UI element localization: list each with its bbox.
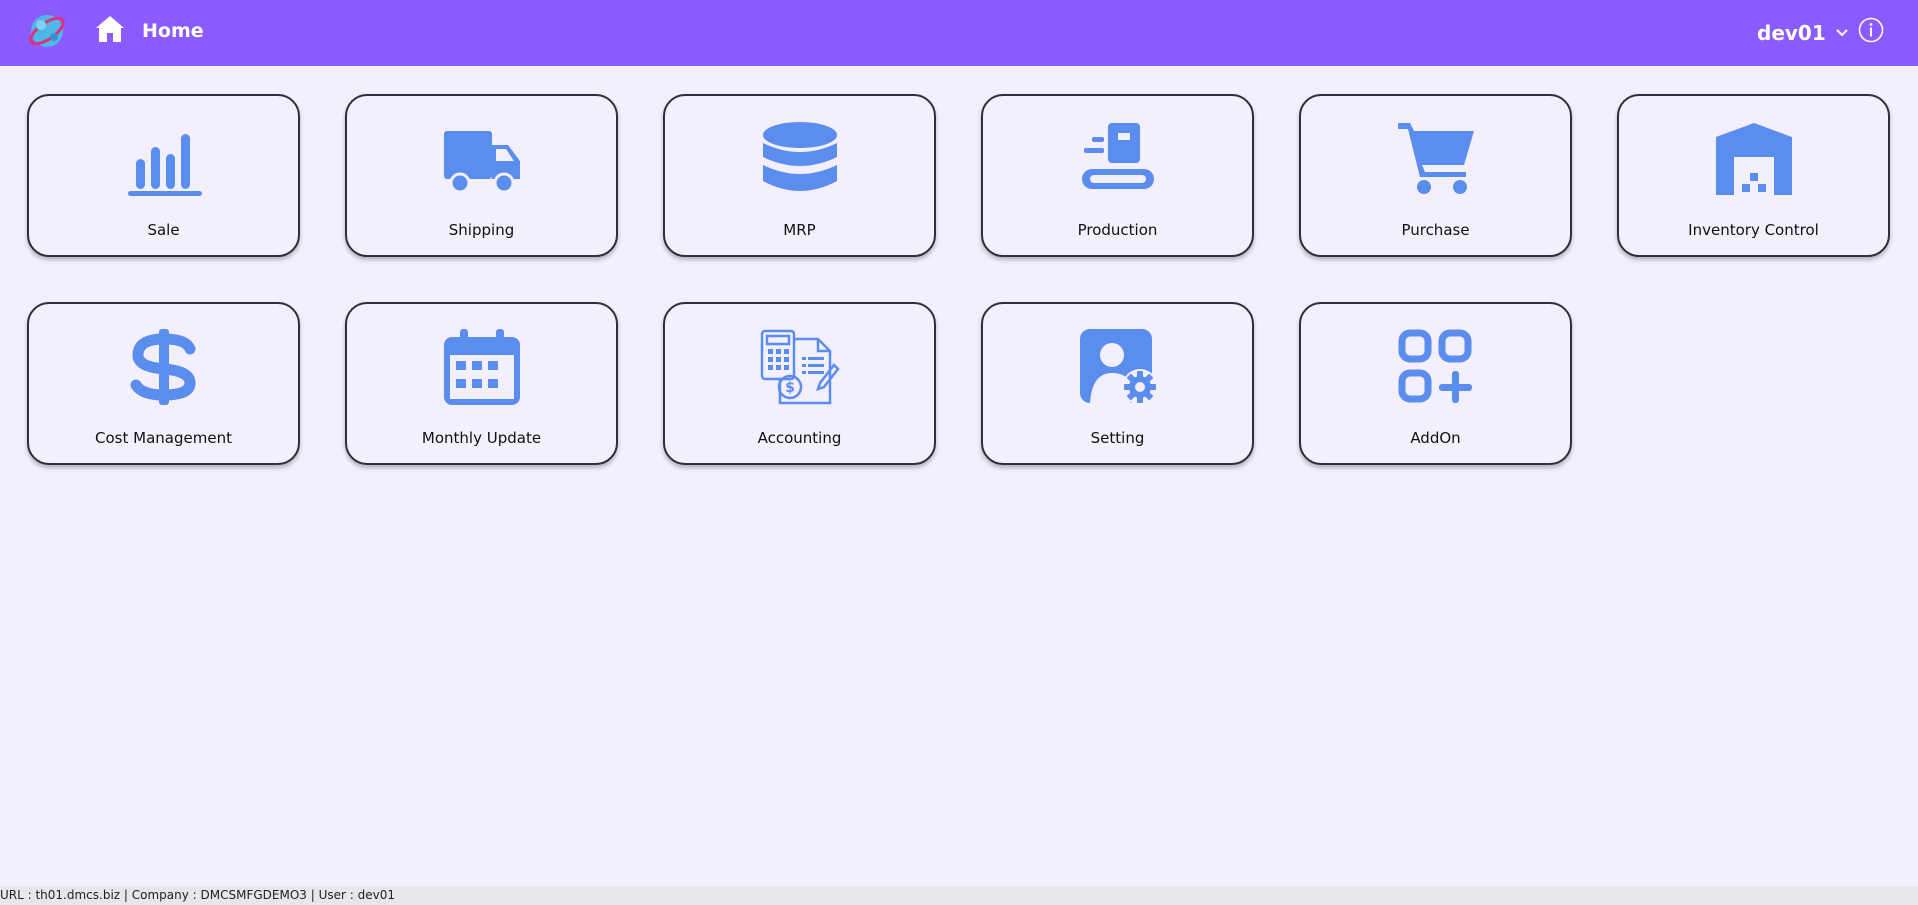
conveyor-icon: [1081, 123, 1154, 189]
tile-label: Inventory Control: [1688, 221, 1819, 239]
tile-accounting[interactable]: $ Accounting: [663, 302, 936, 465]
page-title: Home: [142, 20, 204, 42]
tile-label: Shipping: [448, 221, 515, 239]
tile-purchase[interactable]: Purchase: [1299, 94, 1572, 257]
tile-cost-management[interactable]: Cost Management: [27, 302, 300, 465]
tile-addon[interactable]: AddOn: [1299, 302, 1572, 465]
user-name: dev01: [1757, 21, 1826, 45]
database-icon: [762, 122, 837, 191]
chevron-down-icon: [1836, 29, 1848, 37]
warehouse-icon: [1715, 123, 1792, 195]
tile-label: Production: [1077, 221, 1158, 239]
cart-icon: [1397, 123, 1474, 194]
tile-label: Purchase: [1401, 221, 1470, 239]
accounting-icon: $: [760, 329, 840, 405]
tile-label: MRP: [783, 221, 816, 239]
tile-production[interactable]: Production: [981, 94, 1254, 257]
tile-setting[interactable]: Setting: [981, 302, 1254, 465]
truck-icon: [443, 131, 520, 194]
user-menu[interactable]: dev01: [1757, 19, 1848, 47]
home-icon[interactable]: [94, 14, 126, 44]
apps-add-icon: [1398, 329, 1472, 403]
tile-label: Accounting: [757, 429, 842, 447]
tile-shipping[interactable]: Shipping: [345, 94, 618, 257]
info-icon[interactable]: [1858, 17, 1884, 43]
tile-label: Monthly Update: [421, 429, 542, 447]
tile-mrp[interactable]: MRP: [663, 94, 936, 257]
tile-label: Cost Management: [95, 429, 232, 447]
app-logo[interactable]: [27, 9, 67, 53]
user-settings-icon: [1079, 329, 1158, 405]
calendar-icon: [443, 329, 520, 405]
svg-text:$: $: [785, 380, 795, 396]
top-bar: Home dev01: [0, 0, 1918, 66]
tile-label: Setting: [1090, 429, 1145, 447]
tile-label: Sale: [147, 221, 180, 239]
dollar-icon: [130, 329, 196, 405]
tile-label: AddOn: [1410, 429, 1461, 447]
bar-chart-icon: [127, 134, 202, 196]
tile-sale[interactable]: Sale: [27, 94, 300, 257]
tile-monthly-update[interactable]: Monthly Update: [345, 302, 618, 465]
status-bar: URL : th01.dmcs.biz | Company : DMCSMFGD…: [0, 886, 1918, 905]
tile-inventory-control[interactable]: Inventory Control: [1617, 94, 1890, 257]
